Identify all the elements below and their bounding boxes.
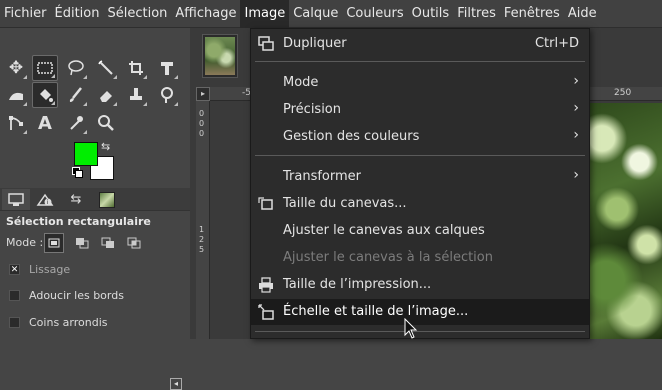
menu-item-mode[interactable]: Mode › [251, 70, 589, 96]
image-tab[interactable] [202, 34, 238, 78]
swap-colors-icon[interactable]: ⇆ [101, 140, 110, 153]
fuzzy-select-tool-icon[interactable] [93, 55, 119, 81]
tab-images-icon[interactable] [93, 189, 121, 210]
image-canvas[interactable] [587, 103, 662, 339]
rounded-corners-checkbox[interactable] [9, 317, 20, 328]
smudge-tool-icon[interactable] [154, 82, 180, 108]
vertical-ruler[interactable]: 0 0 0 1 2 5 [196, 101, 210, 339]
menu-separator [255, 331, 585, 332]
text-tool-icon[interactable]: A [32, 110, 58, 136]
quick-mask-menu-icon[interactable]: ▸ [196, 87, 210, 101]
chevron-right-icon: › [573, 127, 579, 143]
menu-affichage[interactable]: Affichage [171, 0, 240, 28]
menu-outils[interactable]: Outils [408, 0, 454, 28]
move-tool-icon[interactable]: ✥ [3, 55, 29, 81]
tab-tool-options-icon[interactable] [2, 189, 30, 210]
feather-edges-checkbox[interactable] [9, 290, 20, 301]
image-menu-dropdown: Dupliquer Ctrl+D Mode › Précision › Gest… [250, 28, 590, 339]
unified-transform-tool-icon[interactable] [154, 55, 180, 81]
tab-device-status-icon[interactable]: i [31, 189, 59, 210]
color-picker-tool-icon[interactable] [63, 110, 89, 136]
menu-item-precision[interactable]: Précision › [251, 97, 589, 123]
menu-item-duplicate[interactable]: Dupliquer Ctrl+D [251, 31, 589, 57]
default-colors-icon[interactable] [72, 167, 83, 178]
warp-tool-icon[interactable] [3, 82, 29, 108]
scale-image-icon [258, 304, 274, 320]
paintbrush-tool-icon[interactable] [63, 82, 89, 108]
menu-item-transform[interactable]: Transformer › [251, 164, 589, 190]
duplicate-icon [258, 36, 274, 51]
menu-item-color-management[interactable]: Gestion des couleurs › [251, 124, 589, 150]
menu-edition[interactable]: Édition [51, 0, 104, 28]
menubar: Fichier Édition Sélection Affichage Imag… [0, 0, 662, 28]
zoom-tool-icon[interactable] [93, 110, 119, 136]
ruler-digit: 2 [199, 235, 205, 244]
mode-label: Mode : [6, 236, 44, 249]
menu-aide[interactable]: Aide [564, 0, 601, 28]
mode-add-button[interactable] [72, 233, 92, 253]
ruler-digit: 0 [199, 119, 205, 128]
mode-intersect-button[interactable] [124, 233, 144, 253]
menu-separator [255, 155, 585, 156]
menu-item-label: Ajuster le canevas à la sélection [283, 250, 493, 265]
chevron-right-icon: › [573, 73, 579, 89]
ruler-digit: 1 [199, 225, 205, 234]
menu-item-canvas-size[interactable]: Taille du canevas... [251, 191, 589, 217]
menu-item-print-size[interactable]: Taille de l’impression... [251, 272, 589, 298]
tab-undo-history-icon[interactable]: ⇆ [62, 189, 90, 210]
print-size-icon [259, 277, 273, 293]
menu-fenetres[interactable]: Fenêtres [500, 0, 564, 28]
mode-subtract-button[interactable] [98, 233, 118, 253]
menu-item-label: Taille du canevas... [283, 196, 407, 211]
feather-edges-option[interactable]: Adoucir les bords [9, 289, 124, 302]
bucket-fill-tool-icon[interactable] [32, 82, 58, 108]
menu-selection[interactable]: Sélection [103, 0, 171, 28]
menu-item-scale-image[interactable]: Échelle et taille de l’image... [251, 299, 589, 325]
menu-filtres[interactable]: Filtres [453, 0, 500, 28]
menu-item-fit-canvas-to-selection[interactable]: Ajuster le canevas à la sélection [251, 245, 589, 271]
menu-fichier[interactable]: Fichier [0, 0, 51, 28]
menu-item-label: Transformer [283, 169, 362, 184]
crop-tool-icon[interactable] [123, 55, 149, 81]
foreground-color-swatch[interactable] [74, 142, 98, 166]
menu-couleurs[interactable]: Couleurs [342, 0, 407, 28]
menu-item-label: Dupliquer [283, 36, 347, 51]
menu-item-label: Taille de l’impression... [283, 277, 432, 292]
menu-item-label: Ajuster le canevas aux calques [283, 223, 485, 238]
rounded-corners-option[interactable]: Coins arrondis [9, 316, 108, 329]
clone-tool-icon[interactable] [123, 82, 149, 108]
mode-replace-button[interactable] [44, 233, 64, 253]
mouse-cursor-icon [404, 318, 418, 339]
menu-image[interactable]: Image [240, 0, 290, 28]
ruler-digit: 5 [199, 245, 205, 254]
chevron-right-icon: › [573, 167, 579, 183]
menu-separator [255, 61, 585, 62]
ruler-digit: 0 [199, 129, 205, 138]
rounded-corners-label: Coins arrondis [29, 316, 108, 329]
menu-item-label: Gestion des couleurs [283, 129, 420, 144]
canvas-size-icon [258, 197, 273, 210]
dock-tabbar: i ⇆ ◂ [0, 188, 190, 390]
eraser-tool-icon[interactable] [93, 82, 119, 108]
tool-options-panel: Sélection rectangulaire Mode : ✕ Lissage… [0, 210, 190, 340]
menu-item-label: Échelle et taille de l’image... [283, 304, 469, 319]
lasso-tool-icon[interactable] [63, 55, 89, 81]
tool-options-title: Sélection rectangulaire [6, 215, 151, 228]
menu-calque[interactable]: Calque [289, 0, 342, 28]
menu-item-label: Précision [283, 102, 342, 117]
chevron-right-icon: › [573, 100, 579, 116]
image-tab-thumbnail [205, 37, 235, 75]
antialiasing-option[interactable]: ✕ Lissage [9, 263, 70, 276]
panel-menu-icon[interactable]: ◂ [170, 378, 182, 390]
feather-edges-label: Adoucir les bords [29, 289, 124, 302]
menu-item-accelerator: Ctrl+D [534, 36, 579, 51]
menu-item-fit-canvas-to-layers[interactable]: Ajuster le canevas aux calques [251, 218, 589, 244]
ruler-tick: 250 [614, 88, 632, 98]
antialiasing-checkbox[interactable]: ✕ [9, 264, 20, 275]
menu-item-label: Mode [283, 75, 319, 90]
rect-select-tool-icon[interactable] [32, 55, 58, 81]
antialiasing-label: Lissage [29, 263, 71, 276]
paths-tool-icon[interactable] [3, 110, 29, 136]
ruler-digit: 0 [199, 109, 205, 118]
